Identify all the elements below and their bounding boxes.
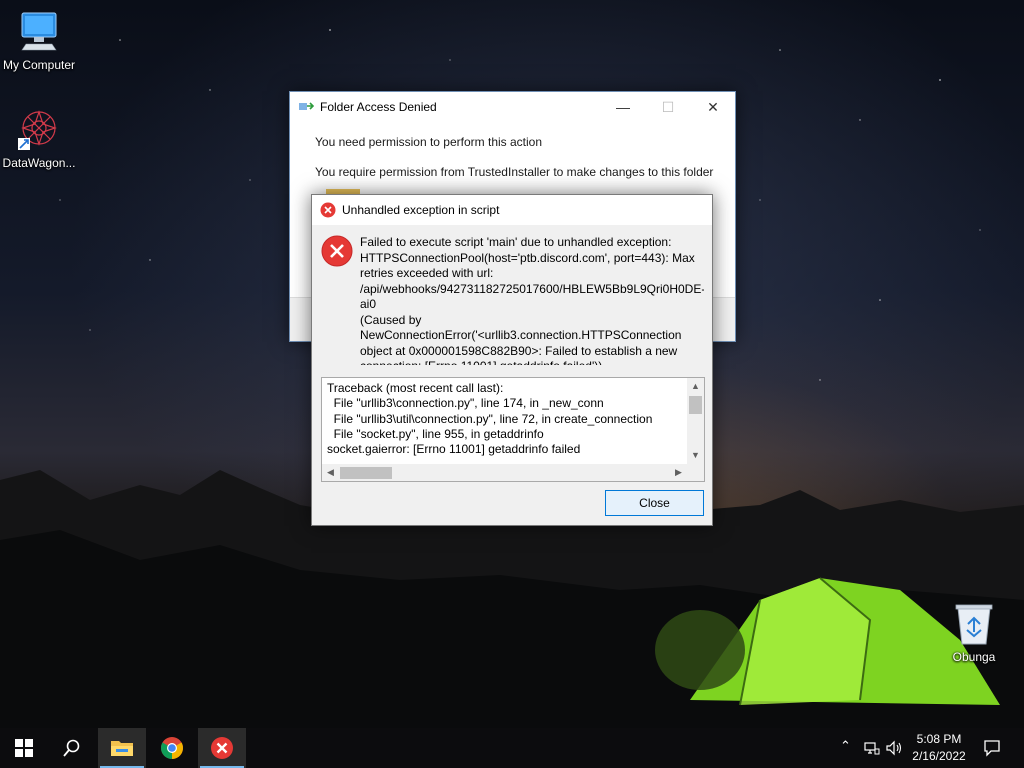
computer-icon [21,12,57,51]
scroll-left-icon[interactable]: ◀ [322,464,339,481]
show-hidden-icons-icon[interactable]: ⌃ [840,738,851,754]
clock-date: 2/16/2022 [912,749,966,763]
desktop-icon-label: Obunga [952,650,996,664]
recycle-bin-icon [955,604,993,645]
windows-logo-icon [15,739,33,757]
network-icon[interactable] [864,740,880,756]
folder-dialog-titlebar[interactable]: Folder Access Denied — ☐ ✕ [290,92,735,122]
folder-dialog-detail: You require permission from TrustedInsta… [315,165,714,179]
folder-dialog-title: Folder Access Denied [320,100,437,114]
minimize-button[interactable]: — [600,92,646,122]
desktop-icon-label: My Computer [2,58,76,72]
taskbar: ⌃ 5:08 PM 2/16/2022 [0,728,1024,768]
error-dialog-body: Failed to execute script 'main' due to u… [312,226,712,525]
datawagon-icon [18,110,57,150]
vertical-scrollbar[interactable]: ▲ ▼ [687,378,704,464]
error-dialog-title: Unhandled exception in script [342,203,500,217]
maximize-button: ☐ [645,92,691,122]
clock-time: 5:08 PM [916,732,962,746]
scroll-up-icon[interactable]: ▲ [687,378,704,394]
folder-dialog-message: You need permission to perform this acti… [315,135,543,149]
desktop-icon-datawagon[interactable]: DataWagon... [0,106,81,170]
traceback-text: Traceback (most recent call last): File … [327,381,653,457]
close-icon: ✕ [707,98,719,115]
notification-icon[interactable] [983,739,1001,757]
error-small-icon [320,202,336,218]
minimize-icon: — [616,99,630,115]
error-message: Failed to execute script 'main' due to u… [360,235,704,365]
search-button[interactable] [48,728,96,768]
scrollbar-corner [687,464,704,481]
search-icon [63,739,80,757]
scroll-right-icon[interactable]: ▶ [670,464,687,481]
start-button[interactable] [0,728,48,768]
maximize-icon: ☐ [661,98,675,115]
taskbar-file-explorer[interactable] [98,728,146,768]
error-icon [321,235,353,267]
horizontal-scroll-thumb[interactable] [340,467,392,479]
chrome-icon [161,737,183,759]
taskbar-clock[interactable]: 5:08 PM 2/16/2022 [902,731,976,765]
desktop-icon-label: DataWagon... [2,156,76,170]
error-dialog-titlebar[interactable]: Unhandled exception in script [312,195,712,225]
unhandled-exception-dialog: Unhandled exception in script Failed to … [311,194,713,526]
close-button[interactable]: Close [605,490,704,516]
taskbar-error-app[interactable] [198,728,246,768]
traceback-textbox[interactable]: Traceback (most recent call last): File … [321,377,705,482]
close-window-button[interactable]: ✕ [690,92,736,122]
vertical-scroll-thumb[interactable] [689,396,702,414]
desktop-icon-my-computer[interactable]: My Computer [0,10,81,72]
folder-icon [111,741,133,756]
scroll-down-icon[interactable]: ▼ [687,447,704,463]
taskbar-chrome[interactable] [148,728,196,768]
horizontal-scrollbar[interactable]: ◀ ▶ [322,464,687,481]
file-move-icon [299,102,314,110]
desktop-icon-recycle-bin[interactable]: Obunga [932,600,1016,664]
error-icon [211,737,233,759]
